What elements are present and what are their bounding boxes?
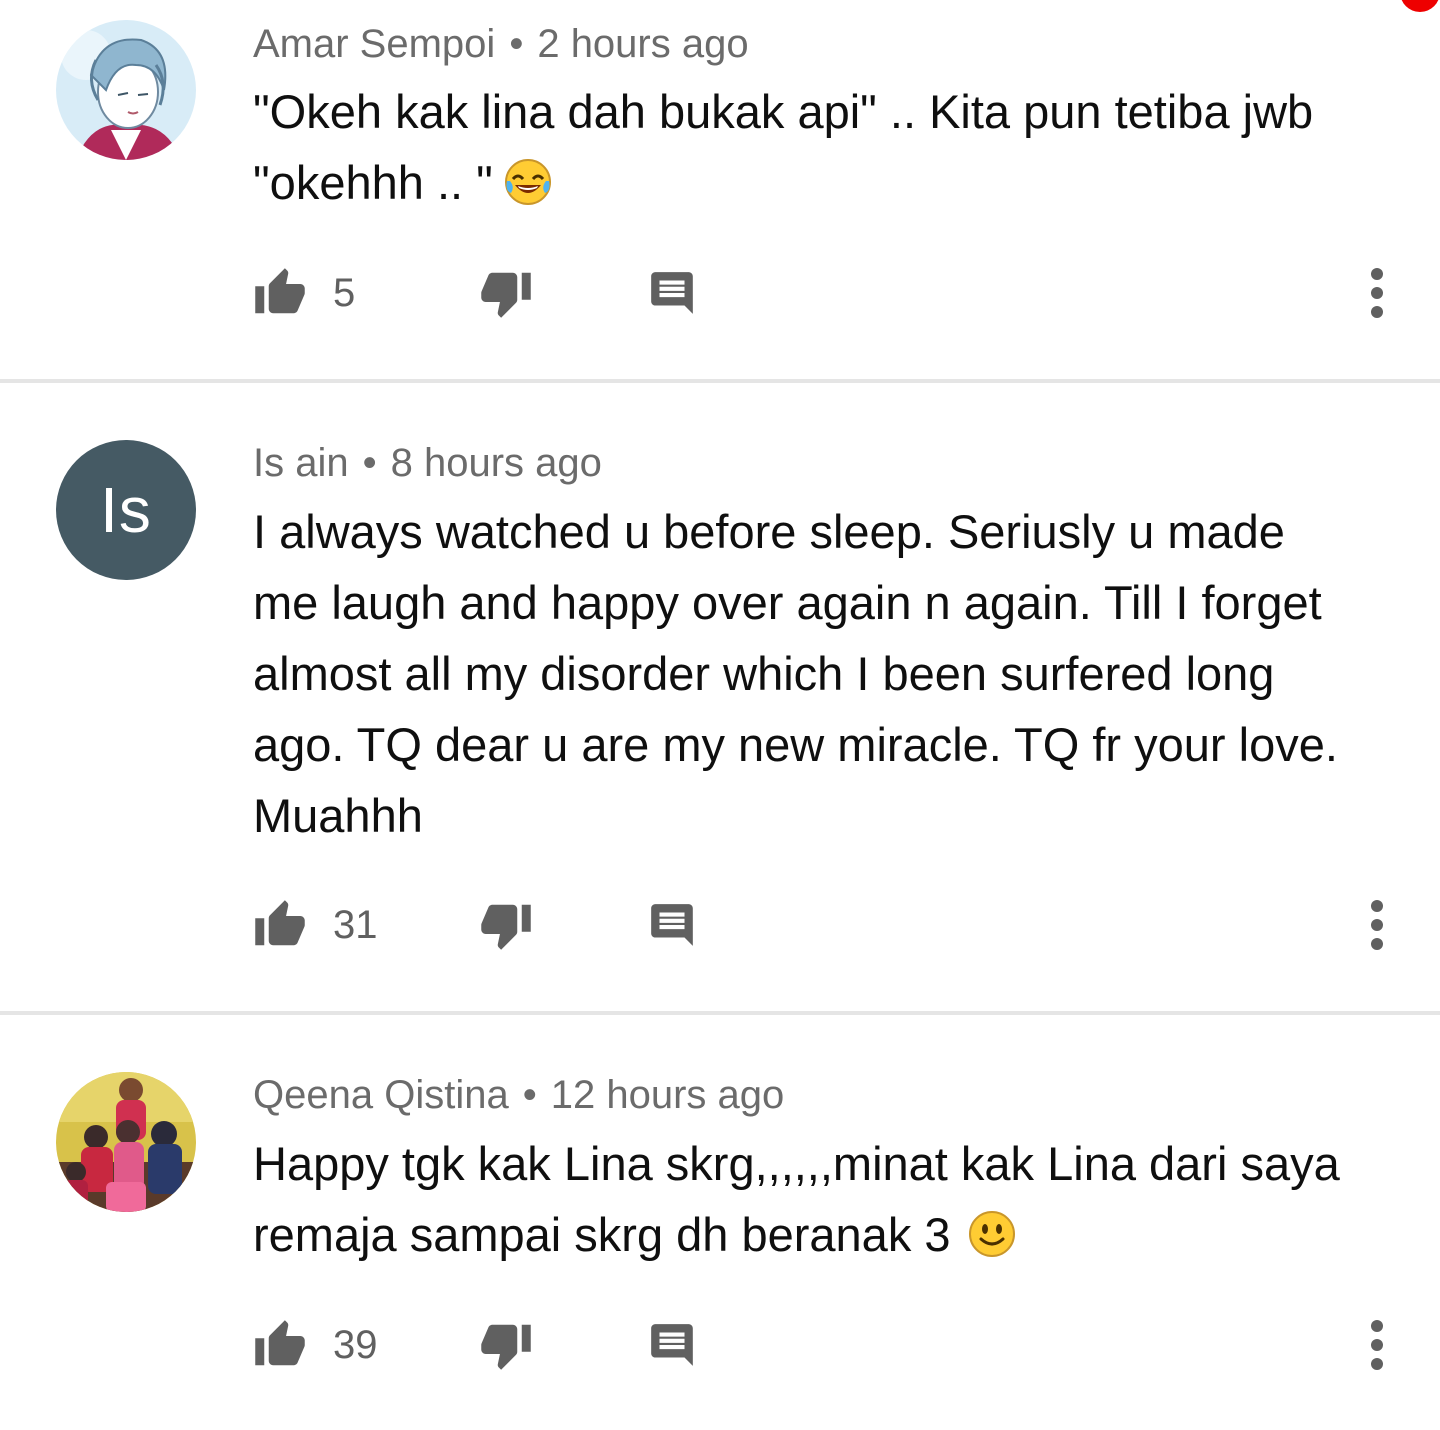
comment-time: 2 hours ago [537,22,749,66]
like-count: 5 [333,270,356,315]
more-options-button[interactable] [1357,258,1397,328]
reply-button[interactable] [647,258,697,328]
comment-line: almost all my disorder which I been surf… [253,647,1275,700]
author-name[interactable]: Qeena Qistina [253,1073,509,1117]
comment-meta: Is ain • 8 hours ago [253,441,602,486]
comment-actions: 5 [253,258,1393,328]
dislike-button[interactable] [479,890,533,960]
comment-line-text: remaja sampai skrg dh beranak 3 [253,1208,951,1261]
thumbs-up-icon [255,268,305,314]
comment-line-text: "okehhh .. " [253,156,493,209]
meta-separator: • [522,1073,537,1117]
comment-line: "okehhh .. " [253,147,1393,218]
comment-line: I always watched u before sleep. Seriusl… [253,505,1285,558]
more-vertical-icon [1371,900,1383,950]
like-button[interactable]: 31 [253,890,378,960]
like-count: 39 [333,1322,378,1367]
comment-divider [0,379,1440,383]
comment-meta: Qeena Qistina • 12 hours ago [253,1073,784,1118]
comment-line: me laugh and happy over again n again. T… [253,576,1322,629]
dislike-button[interactable] [479,258,533,328]
author-name[interactable]: Amar Sempoi [253,22,495,66]
reply-button[interactable] [647,1310,697,1380]
thumbs-down-icon [481,272,531,318]
smile-emoji [967,1207,1017,1257]
comment-meta: Amar Sempoi • 2 hours ago [253,22,749,67]
comments-page: Amar Sempoi • 2 hours ago "Okeh kak lina d… [0,0,1440,1430]
comment-line: ago. TQ dear u are my new miracle. TQ fr… [253,718,1338,771]
more-vertical-icon [1371,268,1383,318]
notification-dot [1400,0,1440,12]
more-vertical-icon [1371,1320,1383,1370]
meta-separator: • [509,22,524,66]
comment-text: I always watched u before sleep. Seriusl… [253,496,1393,851]
avatar[interactable]: Is [56,440,196,580]
avatar[interactable] [56,1072,196,1212]
tears-of-joy-emoji [503,155,553,205]
reply-icon [651,904,693,946]
author-name[interactable]: Is ain [253,441,349,485]
like-button[interactable]: 39 [253,1310,378,1380]
thumbs-down-icon [481,1324,531,1370]
reply-icon [651,1324,693,1366]
reply-button[interactable] [647,890,697,960]
comment-text: Happy tgk kak Lina skrg,,,,,,minat kak L… [253,1128,1393,1270]
comment-actions: 31 [253,890,1393,960]
comment-line: Happy tgk kak Lina skrg,,,,,,minat kak L… [253,1137,1340,1190]
meta-separator: • [362,441,377,485]
more-options-button[interactable] [1357,890,1397,960]
dislike-button[interactable] [479,1310,533,1380]
comment-time: 8 hours ago [390,441,602,485]
comment-time: 12 hours ago [550,1073,785,1117]
more-options-button[interactable] [1357,1310,1397,1380]
thumbs-up-icon [255,1320,305,1366]
comment-actions: 39 [253,1310,1393,1380]
comment-line: "Okeh kak lina dah bukak api" .. Kita pu… [253,85,1314,138]
thumbs-down-icon [481,904,531,950]
avatar[interactable] [56,20,196,160]
like-button[interactable]: 5 [253,258,355,328]
like-count: 31 [333,902,378,947]
family-photo-avatar-image [56,1072,196,1212]
anime-character-avatar-image [56,20,196,160]
comment-text: "Okeh kak lina dah bukak api" .. Kita pu… [253,76,1393,218]
comment-divider [0,1011,1440,1015]
comment-line: Muahhh [253,789,423,842]
thumbs-up-icon [255,900,305,946]
comment-line: remaja sampai skrg dh beranak 3 [253,1199,1393,1270]
reply-icon [651,272,693,314]
